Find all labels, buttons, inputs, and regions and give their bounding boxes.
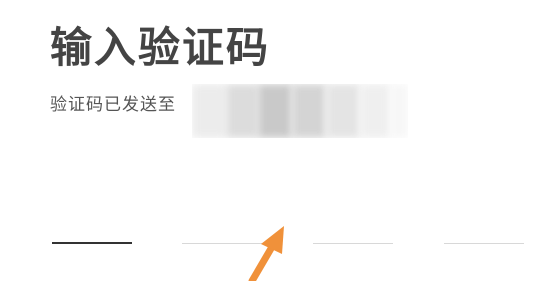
page-title: 输入验证码	[50, 23, 271, 72]
code-digit-input-1[interactable]	[52, 240, 132, 246]
code-digit-underline	[444, 243, 524, 244]
arrow-up-right-icon	[248, 226, 284, 281]
code-digit-underline	[52, 242, 132, 244]
sent-to-label: 验证码已发送至	[50, 95, 176, 115]
masked-phone-number	[192, 84, 408, 138]
code-digit-input-3[interactable]	[313, 240, 393, 246]
code-digit-underline	[313, 243, 393, 244]
code-digit-input-4[interactable]	[444, 240, 524, 246]
